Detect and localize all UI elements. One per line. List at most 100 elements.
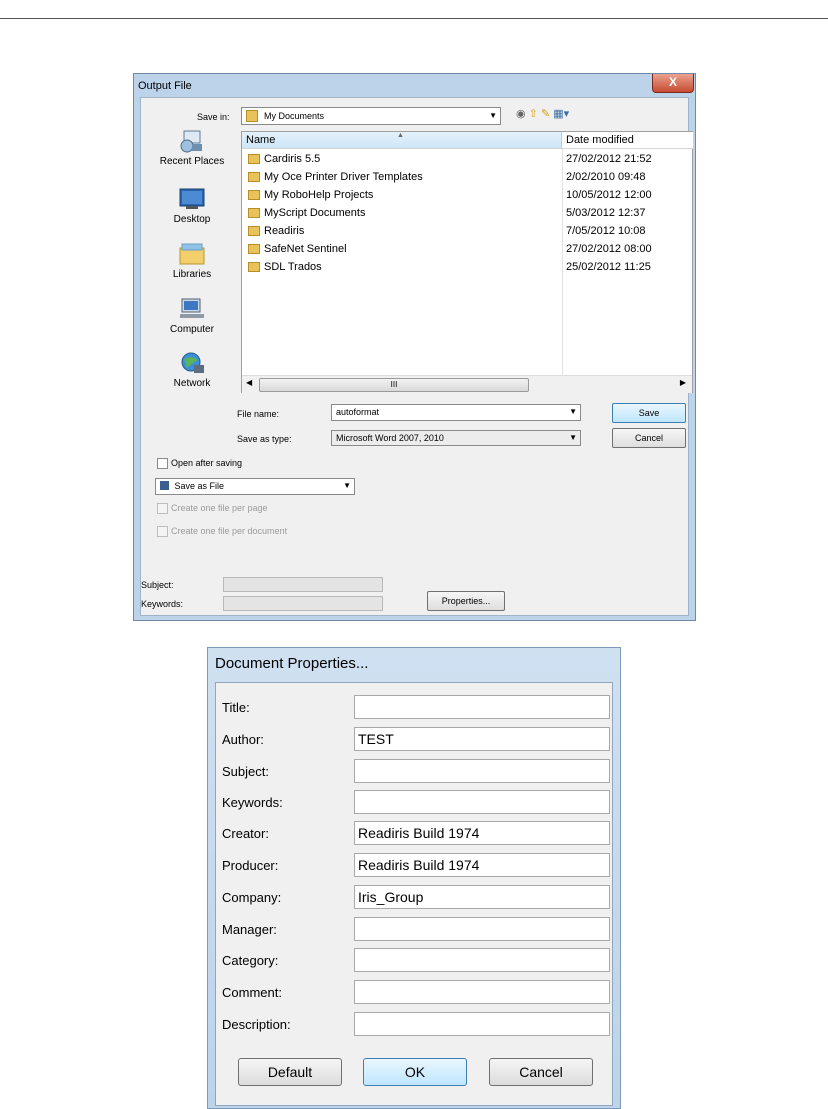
- keywords-field[interactable]: [223, 596, 383, 611]
- keywords-field[interactable]: [354, 790, 610, 814]
- manager-field[interactable]: [354, 917, 610, 941]
- folder-icon: [248, 244, 260, 254]
- save-in-value: My Documents: [264, 111, 325, 121]
- keywords-label: Keywords:: [141, 599, 184, 609]
- file-date: 7/05/2012 10:08: [566, 225, 646, 237]
- file-name: My RoboHelp Projects: [264, 189, 374, 201]
- subject-field[interactable]: [354, 759, 610, 783]
- folder-icon: [248, 262, 260, 272]
- open-after-saving-checkbox[interactable]: [157, 458, 168, 469]
- file-row[interactable]: SDL Trados 25/02/2012 11:25: [242, 258, 692, 276]
- save-in-combo[interactable]: My Documents ▼: [241, 107, 501, 125]
- author-label: Author:: [222, 732, 264, 747]
- column-header-date[interactable]: Date modified: [562, 132, 693, 149]
- file-list: ▲ Name Date modified Cardiris 5.5 27/02/…: [241, 131, 693, 393]
- up-folder-icon[interactable]: ⇧: [529, 108, 538, 120]
- creator-field[interactable]: Readiris Build 1974: [354, 821, 610, 845]
- file-date: 5/03/2012 12:37: [566, 207, 646, 219]
- file-row[interactable]: My RoboHelp Projects 10/05/2012 12:00: [242, 186, 692, 204]
- save-in-label: Save in:: [197, 112, 230, 122]
- scroll-left-icon[interactable]: ◀: [246, 378, 252, 387]
- close-button[interactable]: X: [652, 74, 694, 93]
- computer-icon: [180, 298, 204, 318]
- documents-folder-icon: [246, 110, 258, 122]
- sort-ascending-icon: ▲: [397, 132, 404, 139]
- producer-label: Producer:: [222, 858, 279, 873]
- new-folder-icon[interactable]: ✎: [541, 108, 550, 120]
- column-name-label: Name: [246, 134, 276, 146]
- one-file-per-page-checkbox[interactable]: [157, 503, 168, 514]
- chevron-down-icon: ▼: [343, 481, 351, 490]
- file-name-input[interactable]: autoformat ▼: [331, 404, 581, 421]
- ok-button[interactable]: OK: [363, 1058, 467, 1086]
- place-libraries[interactable]: Libraries: [143, 242, 241, 280]
- dialog-client-area: Save in: My Documents ▼ ◉ ⇧ ✎ ▦▾ Recent …: [140, 97, 693, 616]
- recent-places-icon: [180, 130, 202, 153]
- file-name: SDL Trados: [264, 261, 322, 273]
- producer-field[interactable]: Readiris Build 1974: [354, 853, 610, 877]
- subject-field[interactable]: [223, 577, 383, 592]
- comment-label: Comment:: [222, 985, 282, 1000]
- keywords-label: Keywords:: [222, 795, 283, 810]
- place-label: Desktop: [173, 214, 211, 225]
- file-name: My Oce Printer Driver Templates: [264, 171, 423, 183]
- file-date: 10/05/2012 12:00: [566, 189, 652, 201]
- cancel-button[interactable]: Cancel: [489, 1058, 593, 1086]
- scroll-right-icon[interactable]: ▶: [680, 378, 686, 387]
- file-date: 27/02/2012 08:00: [566, 243, 652, 255]
- one-file-per-document-checkbox[interactable]: [157, 526, 168, 537]
- file-row[interactable]: SafeNet Sentinel 27/02/2012 08:00: [242, 240, 692, 258]
- file-row[interactable]: MyScript Documents 5/03/2012 12:37: [242, 204, 692, 222]
- file-date: 27/02/2012 21:52: [566, 153, 652, 165]
- company-label: Company:: [222, 890, 282, 905]
- view-menu-icon[interactable]: ▦▾: [553, 108, 569, 120]
- file-row[interactable]: Cardiris 5.5 27/02/2012 21:52: [242, 150, 692, 168]
- column-header-name[interactable]: ▲ Name: [242, 132, 562, 149]
- file-row[interactable]: My Oce Printer Driver Templates 2/02/201…: [242, 168, 692, 186]
- folder-icon: [248, 226, 260, 236]
- file-name-value: autoformat: [336, 407, 380, 417]
- one-file-per-document-label: Create one file per document: [171, 526, 288, 536]
- place-recent-places[interactable]: Recent Places: [143, 129, 241, 167]
- file-name: Cardiris 5.5: [264, 153, 321, 165]
- desktop-icon: [179, 188, 205, 209]
- subject-label: Subject:: [141, 580, 174, 590]
- title-field[interactable]: [354, 695, 610, 719]
- dialog-title: Output File: [138, 80, 192, 92]
- file-row[interactable]: Readiris 7/05/2012 10:08: [242, 222, 692, 240]
- file-date: 25/02/2012 11:25: [566, 261, 651, 273]
- scroll-thumb[interactable]: III: [259, 378, 529, 392]
- properties-button[interactable]: Properties...: [427, 591, 505, 611]
- place-network[interactable]: Network: [143, 351, 241, 389]
- title-label: Title:: [222, 700, 250, 715]
- libraries-icon: [179, 243, 205, 265]
- place-computer[interactable]: Computer: [143, 297, 241, 335]
- place-label: Recent Places: [159, 156, 225, 167]
- place-desktop[interactable]: Desktop: [143, 187, 241, 225]
- save-as-type-value: Microsoft Word 2007, 2010: [336, 433, 444, 443]
- creator-label: Creator:: [222, 826, 269, 841]
- category-field[interactable]: [354, 948, 610, 972]
- page-top-rule: [0, 18, 828, 19]
- save-button[interactable]: Save: [612, 403, 686, 423]
- subject-label: Subject:: [222, 764, 269, 779]
- description-label: Description:: [222, 1017, 291, 1032]
- properties-client-area: Title: Author: TEST Subject: Keywords: C…: [215, 682, 613, 1106]
- cancel-button[interactable]: Cancel: [612, 428, 686, 448]
- folder-icon: [248, 172, 260, 182]
- back-icon[interactable]: ◉: [516, 108, 526, 120]
- save-as-type-select[interactable]: Microsoft Word 2007, 2010 ▼: [331, 430, 581, 446]
- file-name: MyScript Documents: [264, 207, 366, 219]
- places-bar: Recent Places Desktop Libraries Computer…: [143, 129, 241, 429]
- author-field[interactable]: TEST: [354, 727, 610, 751]
- comment-field[interactable]: [354, 980, 610, 1004]
- file-name: SafeNet Sentinel: [264, 243, 347, 255]
- save-mode-select[interactable]: Save as File ▼: [155, 478, 355, 495]
- description-field[interactable]: [354, 1012, 610, 1036]
- chevron-down-icon: ▼: [489, 111, 497, 120]
- dialog-title: Document Properties...: [215, 655, 369, 672]
- company-field[interactable]: Iris_Group: [354, 885, 610, 909]
- horizontal-scrollbar[interactable]: ◀ III ▶: [242, 375, 692, 393]
- document-properties-dialog: Document Properties... Title: Author: TE…: [207, 647, 621, 1109]
- default-button[interactable]: Default: [238, 1058, 342, 1086]
